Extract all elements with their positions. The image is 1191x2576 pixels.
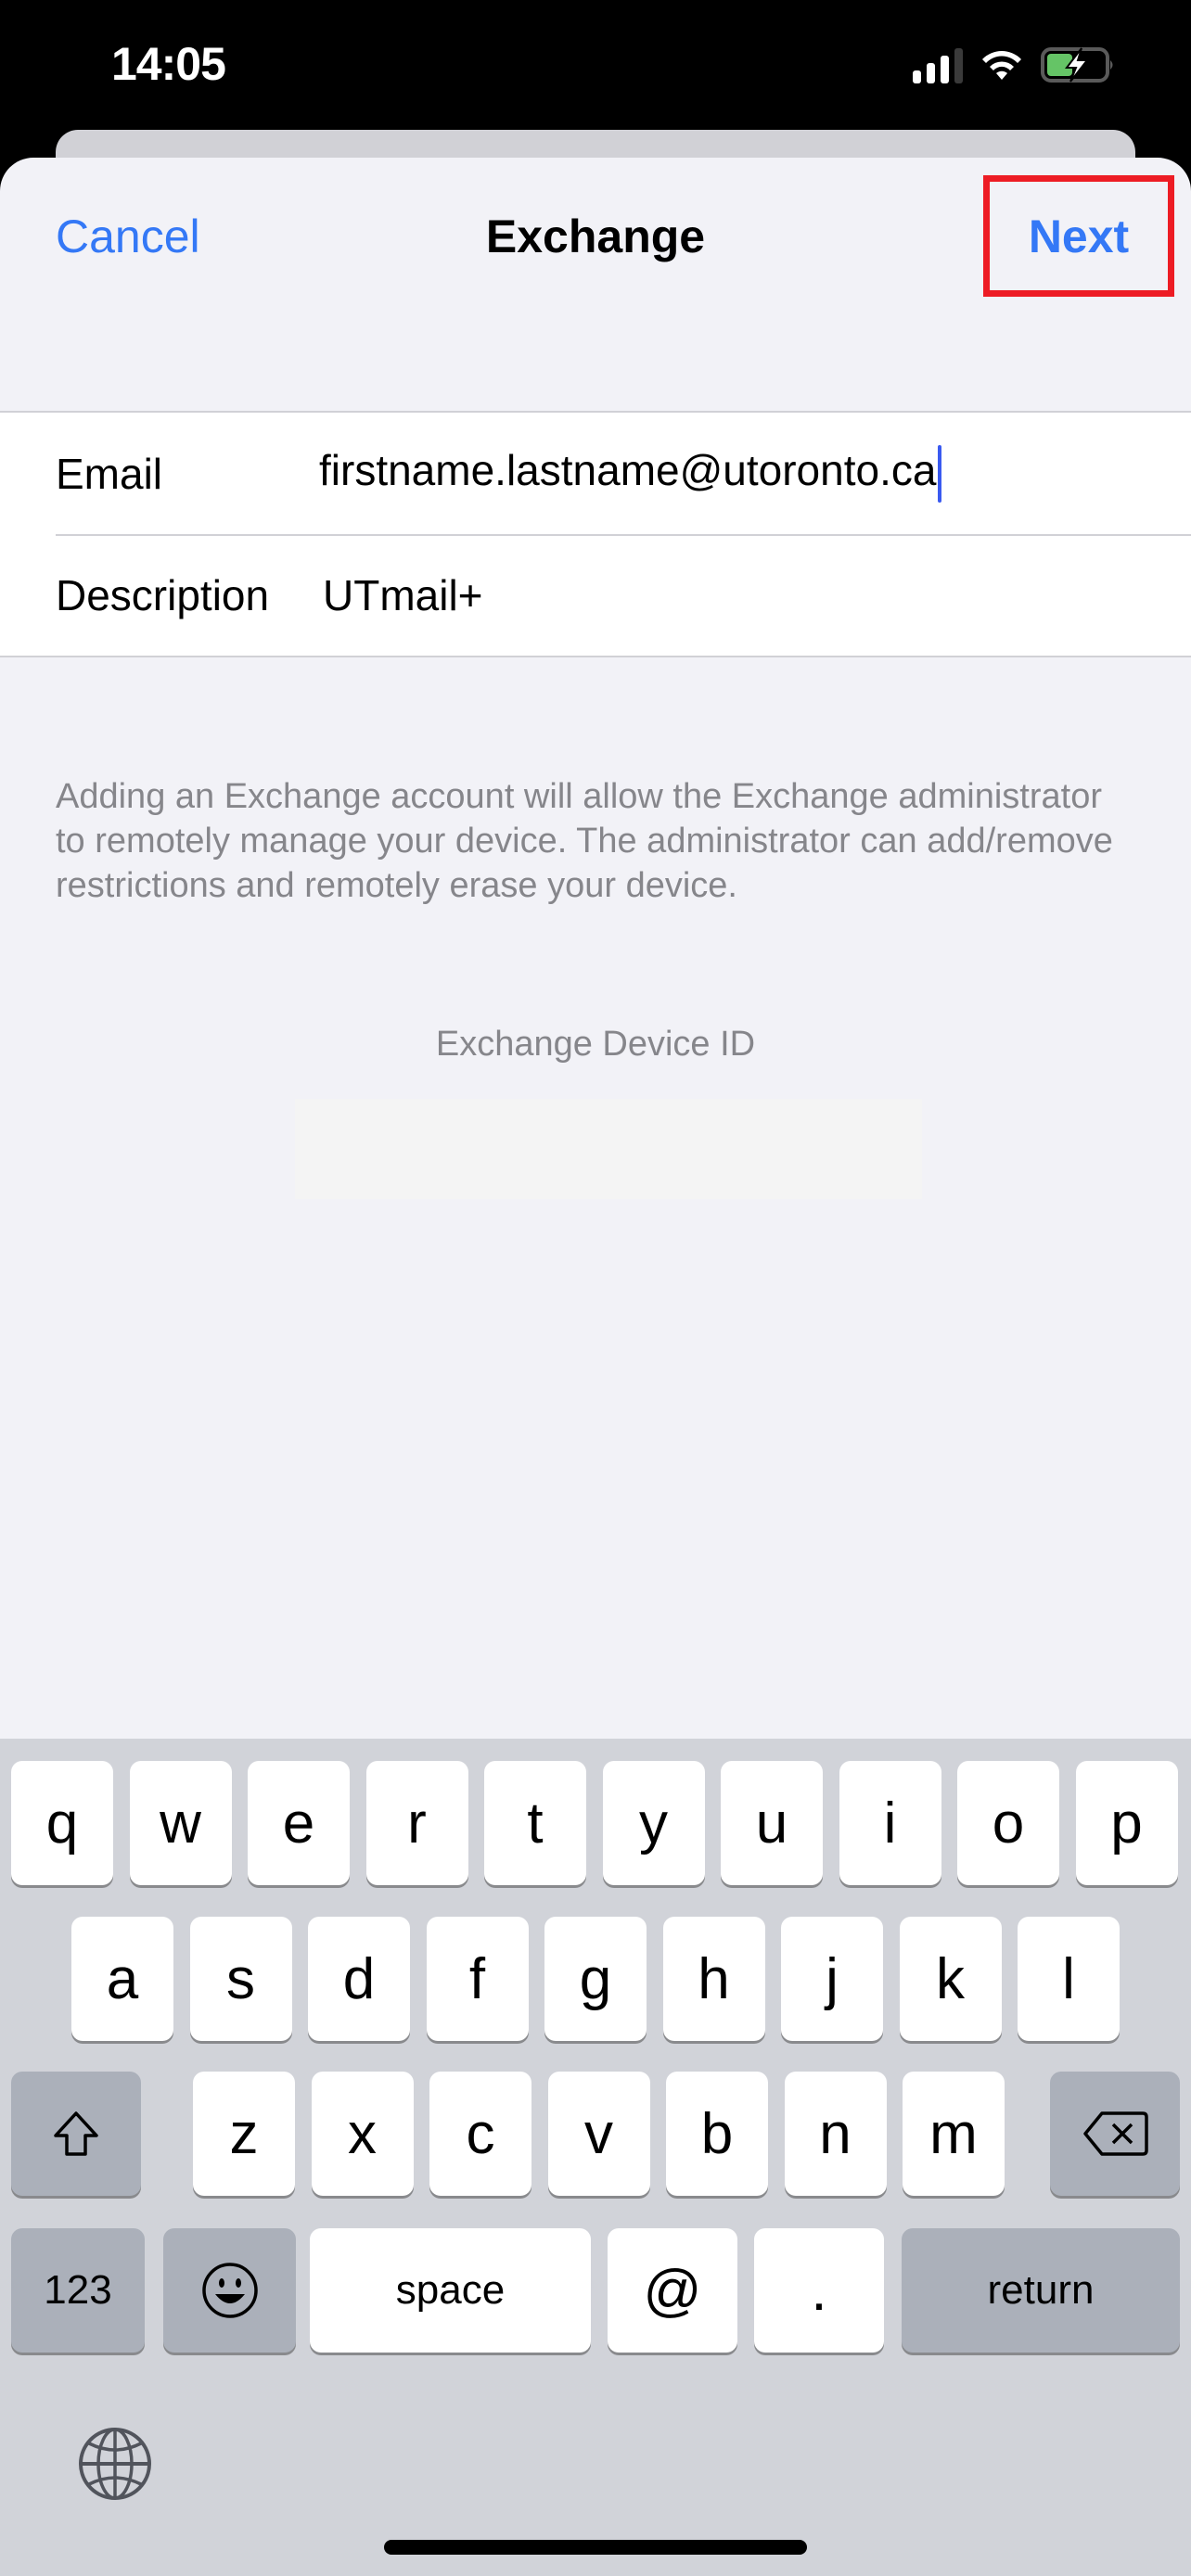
description-value: UTmail+ bbox=[323, 570, 483, 619]
key-l[interactable]: l bbox=[1018, 1917, 1120, 2041]
keyboard: qwertyuiop asdfghjkl zxcvbnm 123 space @… bbox=[0, 1739, 1191, 2576]
key-q[interactable]: q bbox=[11, 1761, 113, 1885]
description-row: Description UTmail+ bbox=[0, 534, 1191, 656]
numbers-key[interactable]: 123 bbox=[11, 2228, 145, 2353]
globe-icon[interactable] bbox=[76, 2425, 154, 2507]
key-e[interactable]: e bbox=[248, 1761, 350, 1885]
key-s[interactable]: s bbox=[189, 1917, 292, 2041]
key-v[interactable]: v bbox=[547, 2072, 650, 2196]
emoji-icon bbox=[201, 2263, 258, 2318]
battery-charging-icon bbox=[1041, 46, 1117, 83]
device-id-value-redacted bbox=[295, 1099, 922, 1199]
key-t[interactable]: t bbox=[484, 1761, 586, 1885]
cellular-signal-icon bbox=[913, 46, 963, 83]
key-h[interactable]: h bbox=[662, 1917, 765, 2041]
device-id-label: Exchange Device ID bbox=[435, 1025, 756, 1064]
status-icons bbox=[913, 46, 1117, 83]
email-value: firstname.lastname@utoronto.ca bbox=[319, 445, 937, 494]
home-indicator bbox=[384, 2540, 807, 2555]
navigation-bar: Cancel Exchange Next bbox=[0, 158, 1191, 412]
return-key[interactable]: return bbox=[902, 2228, 1180, 2353]
status-bar: 14:05 bbox=[0, 0, 1191, 130]
exchange-admin-notice: Adding an Exchange account will allow th… bbox=[56, 777, 1113, 905]
signal-bar bbox=[941, 56, 949, 83]
signal-bar bbox=[954, 48, 963, 83]
status-time: 14:05 bbox=[111, 38, 226, 90]
wifi-icon bbox=[980, 48, 1024, 82]
delete-key[interactable] bbox=[1050, 2072, 1180, 2196]
key-a[interactable]: a bbox=[71, 1917, 173, 2041]
key-m[interactable]: m bbox=[903, 2072, 1005, 2196]
signal-bar bbox=[927, 63, 935, 83]
email-row: Email firstname.lastname@utoronto.ca bbox=[0, 413, 1191, 534]
key-i[interactable]: i bbox=[839, 1761, 941, 1885]
key-y[interactable]: y bbox=[602, 1761, 705, 1885]
key-u[interactable]: u bbox=[721, 1761, 823, 1885]
key-w[interactable]: w bbox=[129, 1761, 232, 1885]
signal-bar bbox=[913, 70, 921, 83]
text-cursor bbox=[938, 444, 942, 503]
account-form: Email firstname.lastname@utoronto.ca Des… bbox=[0, 411, 1191, 657]
at-key[interactable]: @ bbox=[608, 2228, 737, 2353]
email-label: Email bbox=[56, 449, 163, 498]
key-b[interactable]: b bbox=[666, 2072, 768, 2196]
key-k[interactable]: k bbox=[899, 1917, 1002, 2041]
description-field[interactable]: UTmail+ bbox=[323, 570, 1158, 620]
emoji-key[interactable] bbox=[163, 2228, 296, 2353]
key-p[interactable]: p bbox=[1075, 1761, 1178, 1885]
key-x[interactable]: x bbox=[311, 2072, 414, 2196]
email-field[interactable]: firstname.lastname@utoronto.ca bbox=[319, 444, 1154, 503]
key-g[interactable]: g bbox=[544, 1917, 647, 2041]
shift-key[interactable] bbox=[11, 2072, 141, 2196]
key-j[interactable]: j bbox=[781, 1917, 883, 2041]
key-d[interactable]: d bbox=[308, 1917, 410, 2041]
key-o[interactable]: o bbox=[957, 1761, 1059, 1885]
shift-icon bbox=[54, 2111, 98, 2156]
space-key[interactable]: space bbox=[310, 2228, 591, 2353]
next-button-highlight: Next bbox=[983, 175, 1174, 297]
key-n[interactable]: n bbox=[784, 2072, 887, 2196]
description-label: Description bbox=[56, 570, 270, 619]
next-button[interactable]: Next bbox=[1029, 210, 1129, 263]
delete-icon bbox=[1083, 2111, 1148, 2156]
key-c[interactable]: c bbox=[429, 2072, 531, 2196]
key-r[interactable]: r bbox=[365, 1761, 468, 1885]
key-z[interactable]: z bbox=[193, 2072, 295, 2196]
key-f[interactable]: f bbox=[426, 1917, 529, 2041]
period-key[interactable]: . bbox=[754, 2228, 884, 2353]
